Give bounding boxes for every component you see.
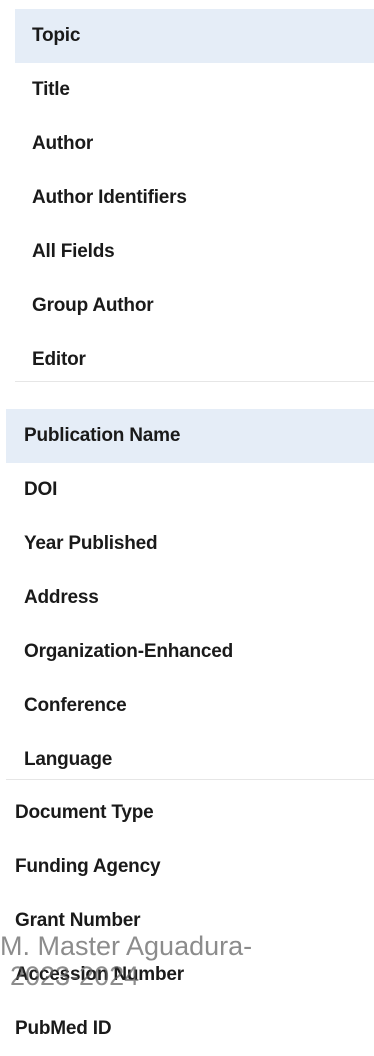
- field-option-grant-number[interactable]: Grant Number: [0, 894, 374, 948]
- field-option-author[interactable]: Author: [15, 117, 374, 171]
- search-field-group-primary: Topic Title Author Author Identifiers Al…: [15, 9, 374, 387]
- field-option-title[interactable]: Title: [15, 63, 374, 117]
- field-option-editor[interactable]: Editor: [15, 333, 374, 387]
- field-option-all-fields[interactable]: All Fields: [15, 225, 374, 279]
- field-option-publication-name[interactable]: Publication Name: [6, 409, 374, 463]
- field-option-document-type[interactable]: Document Type: [0, 786, 374, 840]
- field-option-funding-agency[interactable]: Funding Agency: [0, 840, 374, 894]
- field-option-author-identifiers[interactable]: Author Identifiers: [15, 171, 374, 225]
- field-option-address[interactable]: Address: [6, 571, 374, 625]
- field-option-accession-number[interactable]: Accession Number: [0, 948, 374, 1002]
- group-divider: [15, 381, 374, 382]
- field-option-year-published[interactable]: Year Published: [6, 517, 374, 571]
- search-field-group-source: Publication Name DOI Year Published Addr…: [6, 409, 374, 787]
- field-option-conference[interactable]: Conference: [6, 679, 374, 733]
- group-divider: [6, 779, 374, 780]
- field-option-doi[interactable]: DOI: [6, 463, 374, 517]
- field-option-organization-enhanced[interactable]: Organization-Enhanced: [6, 625, 374, 679]
- field-option-topic[interactable]: Topic: [15, 9, 374, 63]
- field-option-group-author[interactable]: Group Author: [15, 279, 374, 333]
- field-option-pubmed-id[interactable]: PubMed ID: [0, 1002, 374, 1056]
- search-field-group-other: Document Type Funding Agency Grant Numbe…: [0, 786, 374, 1056]
